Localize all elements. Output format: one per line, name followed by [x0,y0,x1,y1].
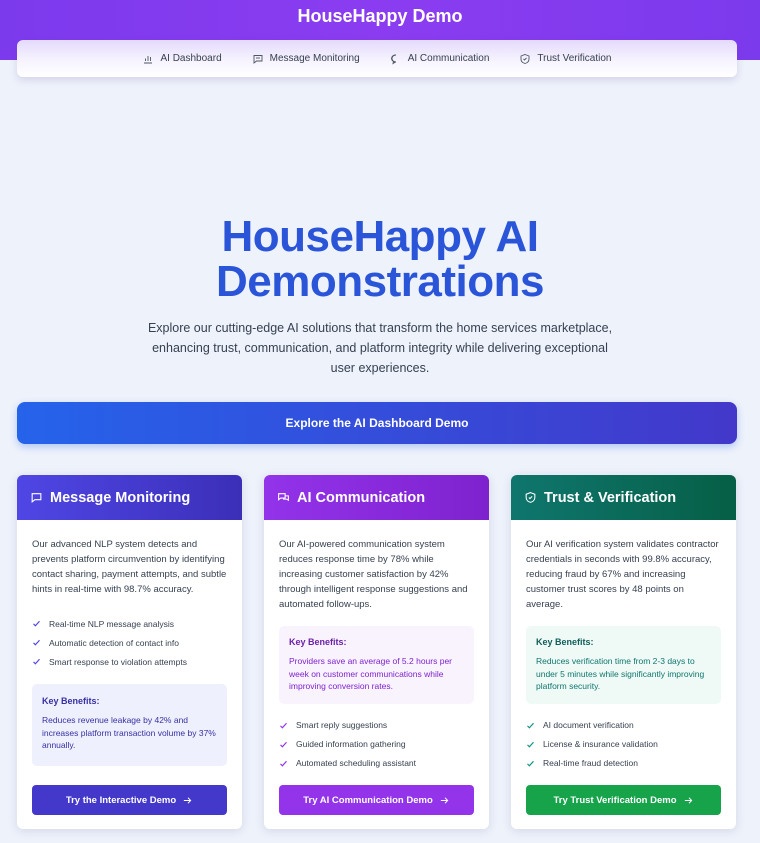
card-header: AI Communication [264,475,489,520]
app-title: HouseHappy Demo [297,6,463,26]
nav-item-ai-communication[interactable]: AI Communication [390,53,490,65]
nav-item-trust-verification[interactable]: Trust Verification [519,53,612,65]
feature-list: Smart reply suggestions Guided informati… [264,716,489,773]
try-trust-verification-demo-button[interactable]: Try Trust Verification Demo [526,785,721,815]
check-icon [280,760,287,767]
check-icon [527,722,534,729]
benefits-text: Reduces verification time from 2-3 days … [536,656,705,691]
card-description: Our advanced NLP system detects and prev… [32,539,227,595]
benefits-title: Key Benefits: [536,637,594,647]
card-trust-verification: Trust & Verification Our AI verification… [511,475,736,829]
hero-subtitle: Explore our cutting-edge AI solutions th… [147,321,613,375]
benefits-text: Providers save an average of 5.2 hours p… [289,656,453,691]
feature-label: Real-time fraud detection [543,758,638,768]
benefits-title: Key Benefits: [289,637,347,647]
feature-item: Smart response to violation attempts [32,652,227,671]
try-interactive-demo-button[interactable]: Try the Interactive Demo [32,785,227,815]
key-benefits-box: Key Benefits: Reduces verification time … [526,626,721,704]
feature-item: License & insurance validation [526,735,721,754]
check-icon [33,658,40,665]
feature-label: License & insurance validation [543,739,658,749]
message-icon [31,493,42,503]
feature-label: Smart reply suggestions [296,720,388,730]
hero-title-line-1: HouseHappy AI [221,212,539,261]
shield-check-icon [525,492,536,503]
button-label: Try AI Communication Demo [303,794,433,806]
feature-item: AI document verification [526,716,721,735]
feature-list: AI document verification License & insur… [511,716,736,773]
feature-label: Real-time NLP message analysis [49,618,175,629]
feature-label: Guided information gathering [296,739,406,749]
feature-label: Automated scheduling assistant [296,758,417,768]
check-icon [33,620,40,627]
chat-bubble-icon [278,493,289,502]
nav-item-ai-dashboard[interactable]: AI Dashboard [142,53,222,65]
key-benefits-box: Key Benefits: Providers save an average … [279,626,474,704]
key-benefits-box: Key Benefits: Reduces revenue leakage by… [32,684,227,766]
feature-label: Smart response to violation attempts [49,656,187,667]
card-description: Our AI verification system validates con… [526,539,719,610]
card-title: Message Monitoring [50,489,191,506]
nav-item-message-monitoring[interactable]: Message Monitoring [252,53,360,65]
feature-item: Smart reply suggestions [279,716,474,735]
check-icon [527,741,534,748]
arrow-right-icon [684,796,692,804]
explore-dashboard-button[interactable]: Explore the AI Dashboard Demo [17,402,737,444]
card-header: Message Monitoring [17,475,242,520]
feature-item: Guided information gathering [279,735,474,754]
card-header: Trust & Verification [511,475,736,520]
shield-icon [520,53,530,64]
check-icon [280,722,287,729]
check-icon [280,741,287,748]
feature-list: Real-time NLP message analysis Automatic… [17,614,242,671]
nav-item-label: Message Monitoring [269,53,360,64]
card-title: AI Communication [297,489,426,506]
check-icon [527,760,534,767]
button-label: Try the Interactive Demo [65,794,177,806]
feature-item: Automatic detection of contact info [32,633,227,652]
card-ai-communication: AI Communication Our AI-powered communic… [264,475,489,829]
message-icon [253,54,263,64]
feature-item: Real-time fraud detection [526,754,721,773]
nav-item-label: AI Communication [407,53,490,64]
card-message-monitoring: Message Monitoring Our advanced NLP syst… [17,475,242,829]
benefits-title: Key Benefits: [42,696,100,706]
feature-label: AI document verification [543,720,634,730]
feature-label: Automatic detection of contact info [49,637,179,648]
button-label: Try Trust Verification Demo [553,794,677,806]
benefits-text: Reduces revenue leakage by 42% and incre… [42,715,216,750]
hero-title: HouseHappy AI Demonstrations [0,214,760,304]
chat-bubble-icon [390,54,398,64]
feature-item: Real-time NLP message analysis [32,614,227,633]
arrow-right-icon [184,796,192,804]
nav-item-label: Trust Verification [537,53,612,64]
feature-item: Automated scheduling assistant [279,754,474,773]
nav-item-label: AI Dashboard [160,53,222,64]
card-description: Our AI-powered communication system redu… [279,539,468,610]
arrow-right-icon [440,796,449,804]
try-ai-communication-demo-button[interactable]: Try AI Communication Demo [279,785,474,815]
nav-bar: AI Dashboard Message Monitoring AI Commu… [17,40,737,77]
bar-chart-icon [144,55,153,63]
check-icon [33,639,40,646]
card-title: Trust & Verification [544,489,677,506]
hero-title-line-2: Demonstrations [216,257,544,306]
